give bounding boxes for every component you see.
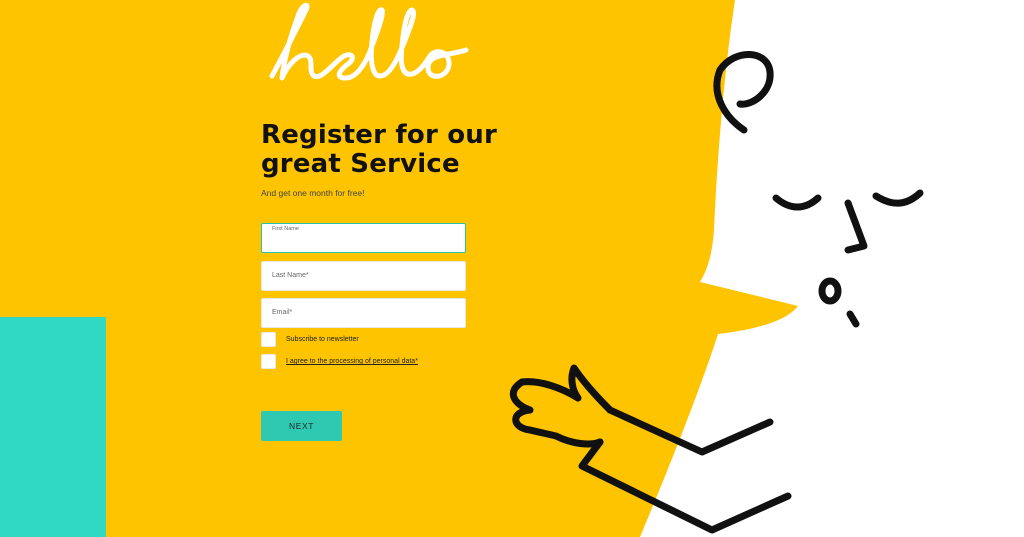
- privacy-checkbox[interactable]: [261, 354, 276, 369]
- hair-tuft: [713, 51, 774, 134]
- teal-decoration-block: [0, 317, 106, 537]
- email-field[interactable]: Email*: [261, 298, 466, 328]
- first-name-field[interactable]: First Name: [261, 223, 466, 253]
- chin-mark: [846, 310, 860, 328]
- newsletter-label: Subscribe to newsletter: [286, 336, 359, 343]
- last-name-label: Last Name*: [272, 272, 309, 279]
- left-eye: [772, 194, 822, 211]
- privacy-option[interactable]: I agree to the processing of personal da…: [261, 354, 418, 369]
- first-name-input[interactable]: [271, 235, 459, 249]
- next-button[interactable]: NEXT: [261, 411, 342, 441]
- last-name-field[interactable]: Last Name*: [261, 261, 466, 291]
- page-subtitle: And get one month for free!: [261, 188, 365, 198]
- hello-logo: [269, 2, 469, 81]
- email-label: Email*: [272, 309, 293, 316]
- newsletter-checkbox[interactable]: [261, 332, 276, 347]
- right-eye: [872, 189, 924, 207]
- background-illustration: [0, 0, 924, 537]
- privacy-link[interactable]: I agree to the processing of personal da…: [286, 358, 418, 365]
- nose: [844, 199, 868, 254]
- newsletter-option[interactable]: Subscribe to newsletter: [261, 332, 359, 347]
- first-name-label: First Name: [272, 226, 299, 232]
- page-title: Register for our great Service: [261, 120, 498, 179]
- mouth: [818, 277, 842, 305]
